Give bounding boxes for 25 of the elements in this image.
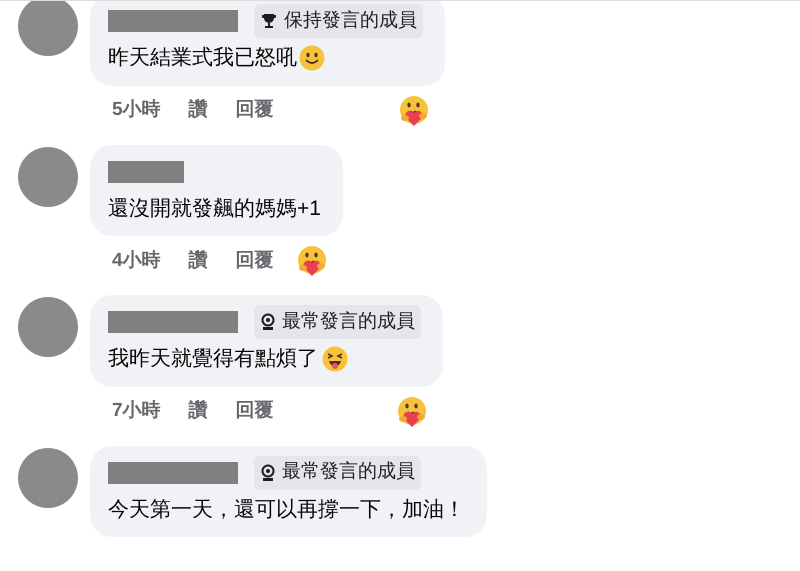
trophy-icon — [260, 12, 278, 30]
badge-label: 最常發言的成員 — [282, 310, 415, 334]
comment-time[interactable]: 7小時 — [112, 397, 161, 426]
comment-text: 我昨天就覺得有點煩了 — [108, 346, 318, 372]
laughing-tongue-face-icon — [322, 346, 348, 372]
reply-link[interactable]: 回覆 — [236, 246, 274, 276]
comment-text: 還沒開就發飆的媽媽+1 — [108, 196, 321, 222]
avatar[interactable] — [18, 1, 78, 56]
badge-label: 最常發言的成員 — [282, 460, 415, 484]
comment-time[interactable]: 4小時 — [112, 246, 161, 276]
badge-label: 保持發言的成員 — [284, 8, 417, 33]
like-link[interactable]: 讚 — [188, 246, 208, 276]
reply-link[interactable]: 回覆 — [236, 96, 274, 125]
member-badge[interactable]: 最常發言的成員 — [254, 456, 421, 490]
comment-text: 昨天結業式我已怒吼 — [108, 45, 297, 71]
comment-text: 今天第一天，還可以再撐一下，加油！ — [108, 496, 465, 522]
like-link[interactable]: 讚 — [188, 96, 208, 125]
member-badge[interactable]: 最常發言的成員 — [254, 305, 421, 339]
member-badge[interactable]: 保持發言的成員 — [254, 4, 423, 38]
like-link[interactable]: 讚 — [188, 397, 208, 426]
smiling-face-icon — [299, 44, 325, 71]
comment-time[interactable]: 5小時 — [112, 96, 161, 125]
medal-icon — [260, 313, 276, 331]
reply-link[interactable]: 回覆 — [236, 397, 274, 426]
medal-icon — [260, 464, 276, 482]
